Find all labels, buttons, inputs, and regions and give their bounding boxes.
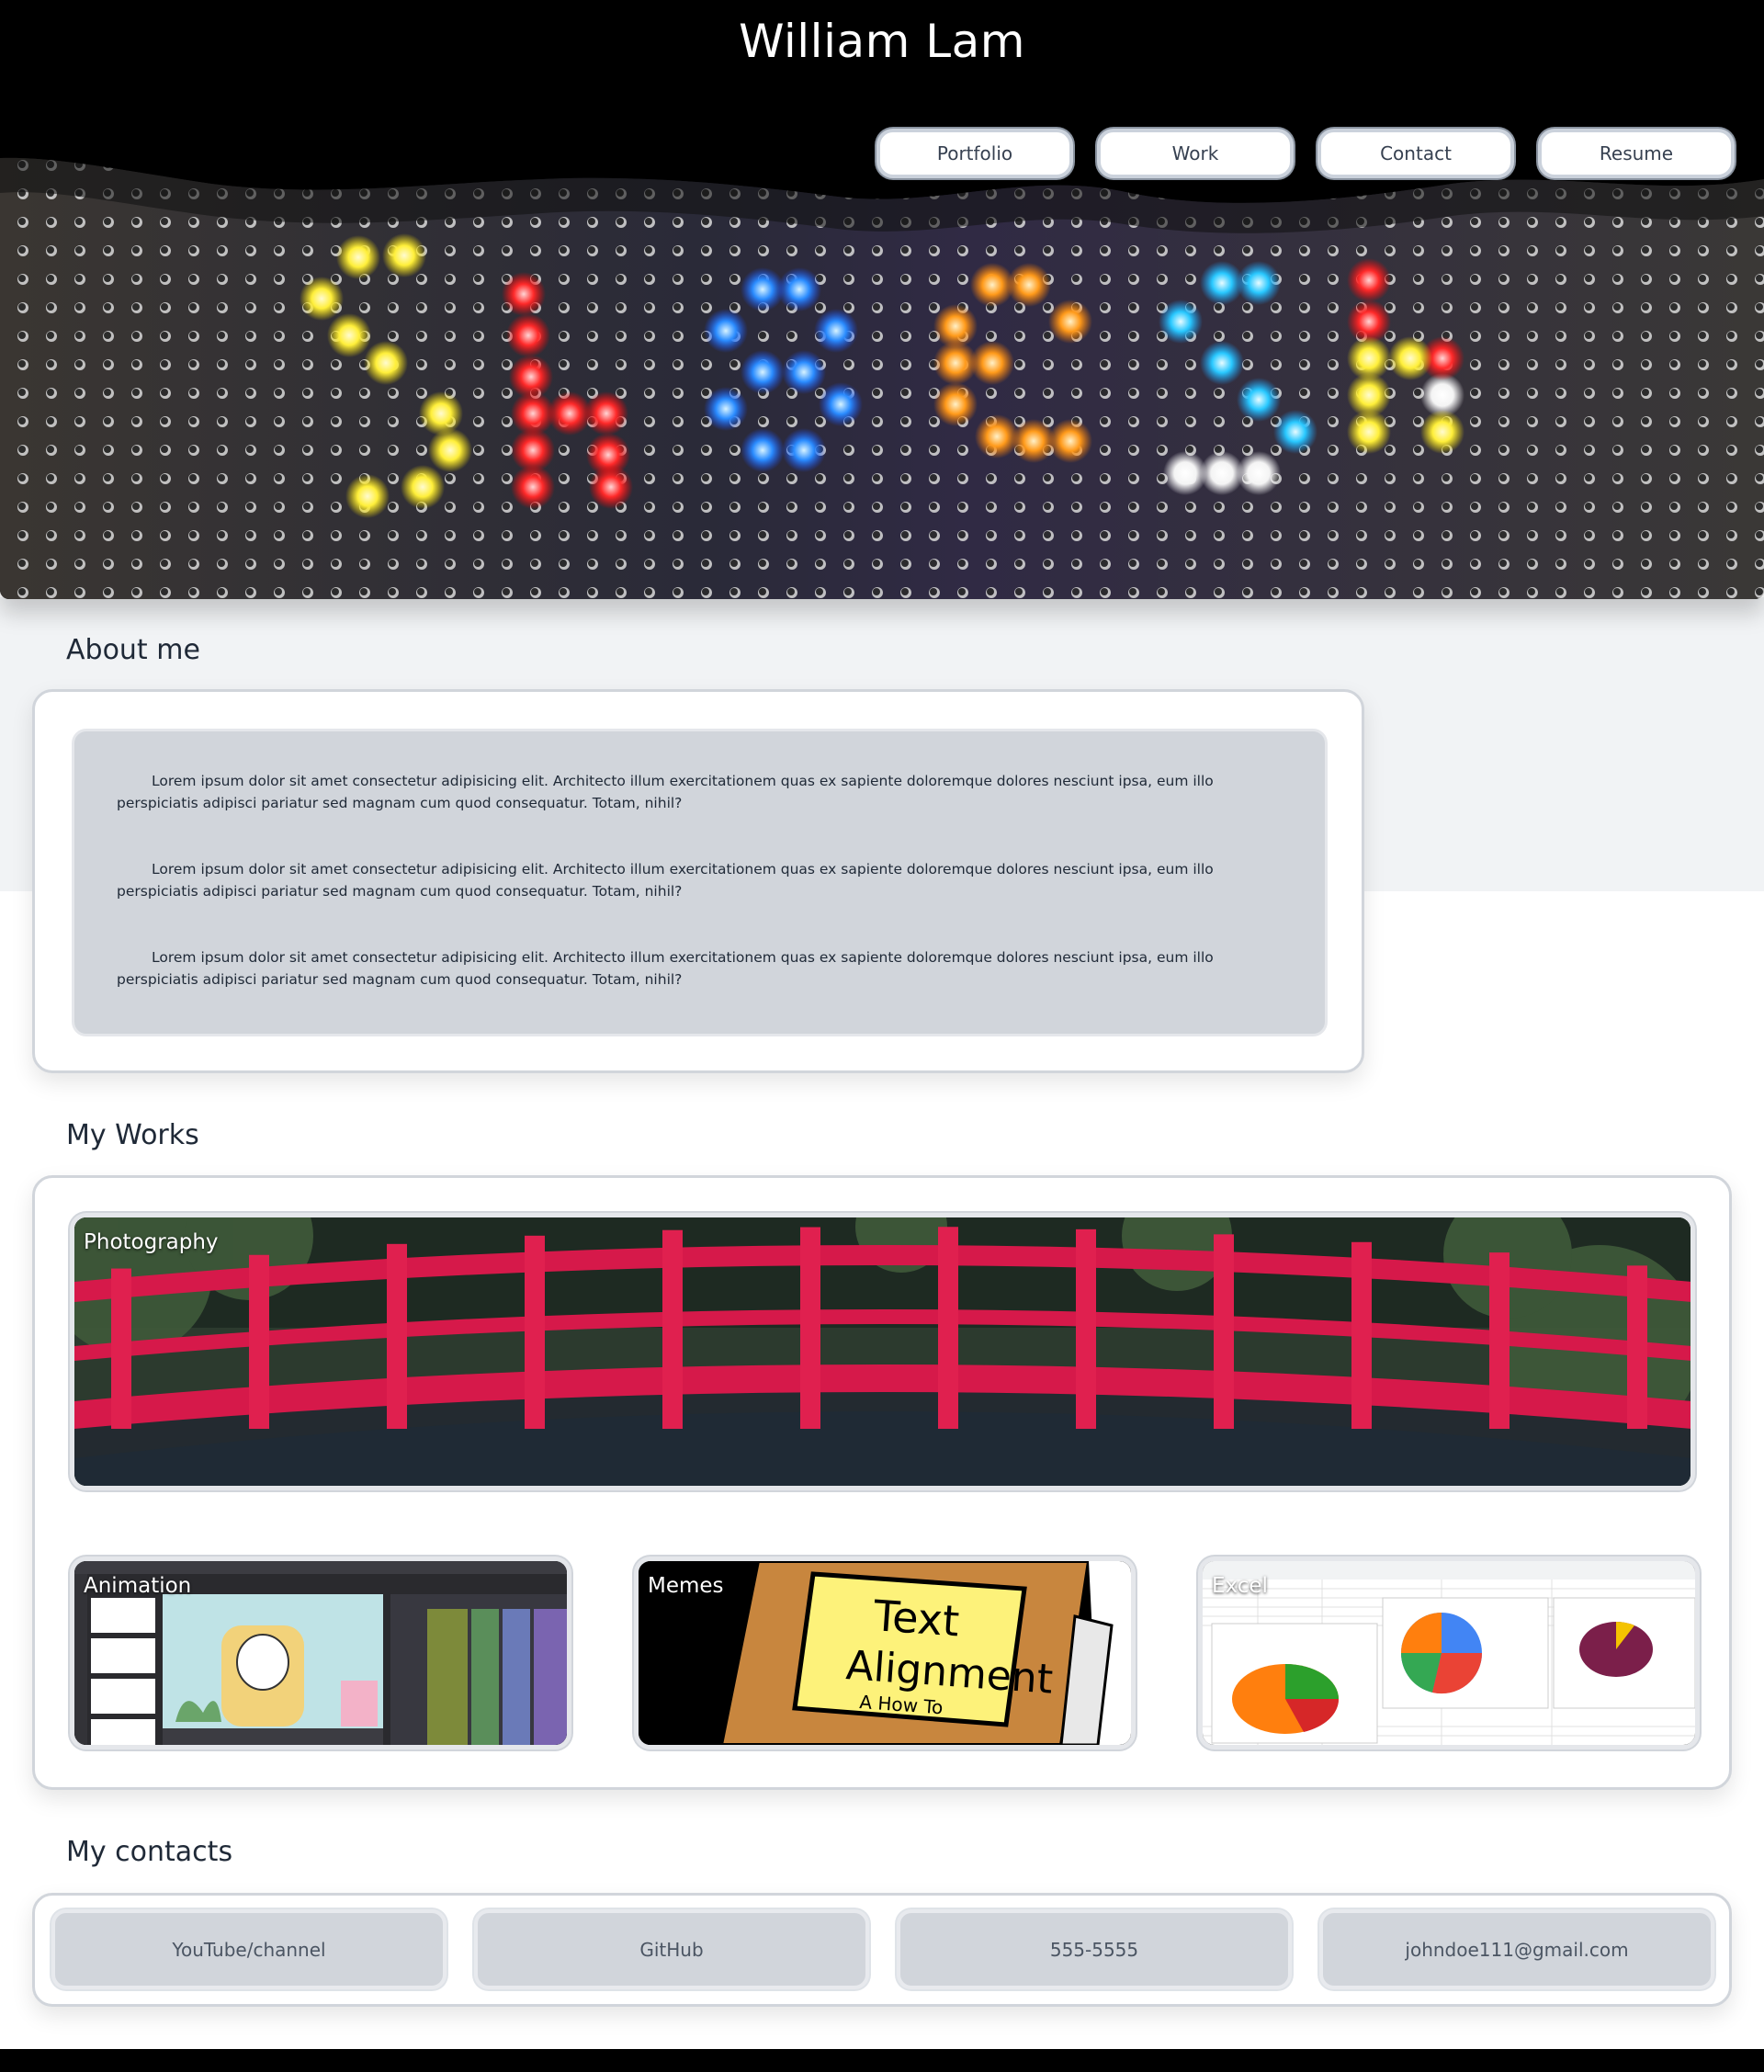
led-light (1237, 261, 1281, 305)
led-light (1048, 300, 1092, 344)
about-heading: About me (66, 634, 200, 666)
bridge-post (1489, 1252, 1510, 1429)
work-label-photography: Photography (84, 1230, 219, 1254)
led-light (704, 309, 748, 353)
bridge-photo (74, 1217, 1690, 1486)
work-label-excel: Excel (1212, 1574, 1268, 1598)
led-light (419, 391, 463, 436)
nav-work-button[interactable]: Work (1097, 129, 1294, 178)
work-tile-excel[interactable]: Excel (1198, 1557, 1700, 1749)
about-card: Lorem ipsum dolor sit amet consectetur a… (32, 689, 1364, 1073)
bridge-post (525, 1235, 545, 1429)
bridge-post (800, 1227, 820, 1429)
led-light (814, 309, 858, 353)
contact-youtube-link[interactable]: YouTube/channel (51, 1909, 447, 1989)
work-label-animation: Animation (84, 1574, 192, 1598)
led-light (819, 382, 863, 426)
site-header: William Lam Portfolio Work Contact Resum… (0, 0, 1764, 599)
led-light (933, 382, 978, 426)
led-light (1273, 410, 1317, 454)
footer-bar (0, 2049, 1764, 2072)
nav-contact-button[interactable]: Contact (1317, 129, 1514, 178)
led-light (1347, 410, 1391, 454)
about-paragraph: Lorem ipsum dolor sit amet consectetur a… (117, 949, 1214, 988)
led-light (777, 267, 821, 311)
bridge-post (662, 1229, 683, 1429)
led-light (364, 341, 408, 385)
works-card: Photography Animation Text Alignment A H… (32, 1175, 1732, 1790)
led-light (511, 465, 555, 509)
main-nav: Portfolio Work Contact Resume (876, 129, 1735, 178)
work-tile-photography[interactable]: Photography (70, 1213, 1695, 1490)
bridge-post (1351, 1241, 1372, 1429)
works-heading: My Works (66, 1119, 199, 1151)
led-light (970, 341, 1014, 385)
nav-resume-button[interactable]: Resume (1538, 129, 1735, 178)
led-light (1347, 258, 1391, 302)
led-light (327, 313, 371, 357)
bridge-post (1076, 1228, 1096, 1429)
contacts-card: YouTube/channel GitHub 555-5555 johndoe1… (32, 1893, 1732, 2007)
work-tile-animation[interactable]: Animation (70, 1557, 571, 1749)
led-light (584, 391, 628, 436)
nav-portfolio-button[interactable]: Portfolio (876, 129, 1073, 178)
led-light (300, 277, 344, 321)
bridge-post (1627, 1265, 1647, 1429)
led-light (1007, 263, 1051, 307)
site-title: William Lam (739, 15, 1025, 68)
meme-line-1: Text (871, 1591, 961, 1646)
bridge-post (938, 1227, 958, 1429)
bridge-post (249, 1254, 269, 1429)
contact-email-link[interactable]: johndoe111@gmail.com (1319, 1909, 1714, 1989)
contact-github-link[interactable]: GitHub (474, 1909, 869, 1989)
work-label-memes: Memes (648, 1574, 724, 1598)
led-light (1420, 410, 1464, 454)
contacts-heading: My contacts (66, 1836, 233, 1868)
led-light (502, 272, 546, 316)
led-light (704, 387, 748, 431)
led-light (1159, 300, 1203, 344)
led-light (336, 235, 380, 279)
led-light (741, 350, 785, 394)
led-light (1237, 451, 1281, 495)
led-light (589, 465, 633, 509)
about-text-panel: Lorem ipsum dolor sit amet consectetur a… (72, 729, 1328, 1036)
bridge-post (111, 1268, 131, 1429)
hero-image (0, 0, 1764, 599)
led-light (1237, 378, 1281, 422)
led-light (1048, 419, 1092, 463)
about-paragraph: Lorem ipsum dolor sit amet consectetur a… (117, 861, 1214, 900)
bridge-post (1214, 1234, 1234, 1429)
led-light (782, 428, 826, 472)
led-light (741, 428, 785, 472)
led-light (506, 313, 550, 357)
spreadsheet-screenshot (1203, 1561, 1695, 1745)
bridge-post (387, 1243, 407, 1429)
led-light (1388, 336, 1432, 380)
led-light (428, 428, 472, 472)
work-tile-memes[interactable]: Text Alignment A How To Memes (634, 1557, 1136, 1749)
led-light (401, 465, 445, 509)
contact-phone-link[interactable]: 555-5555 (897, 1909, 1292, 1989)
led-light (345, 474, 390, 518)
led-light (382, 233, 426, 277)
led-light (1200, 341, 1244, 385)
led-light (782, 350, 826, 394)
about-paragraph: Lorem ipsum dolor sit amet consectetur a… (117, 773, 1214, 811)
